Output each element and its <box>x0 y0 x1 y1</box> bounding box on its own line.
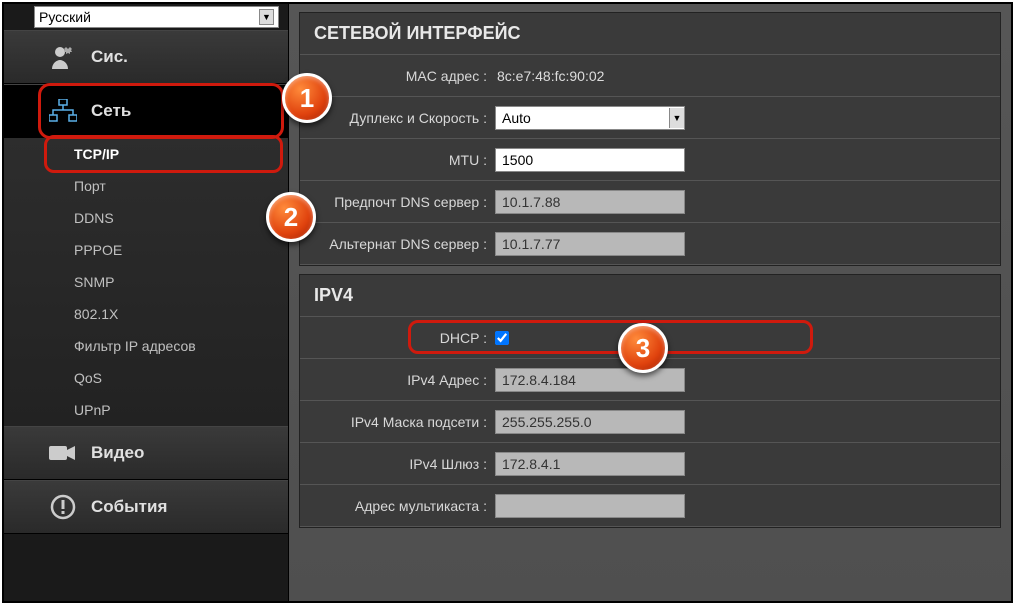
row-multicast: Адрес мультикаста : <box>300 485 1000 527</box>
row-dhcp: DHCP : <box>300 317 1000 359</box>
sidebar: Русский ▼ Сис. Сеть TCP/IP Порт DDNS PPP… <box>4 4 289 601</box>
multicast-label: Адрес мультикаста : <box>300 498 495 514</box>
language-value: Русский <box>39 9 91 25</box>
sub-label: SNMP <box>74 274 114 290</box>
sub-label: Порт <box>74 178 106 194</box>
row-dns1: Предпочт DNS сервер : <box>300 181 1000 223</box>
sub-label: TCP/IP <box>74 146 119 162</box>
language-select[interactable]: Русский ▼ <box>34 6 279 28</box>
ipv4-address-label: IPv4 Адрес : <box>300 372 495 388</box>
row-dns2: Альтернат DNS сервер : <box>300 223 1000 265</box>
sub-label: 802.1X <box>74 306 118 322</box>
sub-item-ddns[interactable]: DDNS <box>4 202 288 234</box>
duplex-select[interactable]: Auto ▼ <box>495 106 685 130</box>
sub-item-snmp[interactable]: SNMP <box>4 266 288 298</box>
duplex-label: Дуплекс и Скорость : <box>300 110 495 126</box>
sidebar-label: События <box>91 497 167 517</box>
dns2-input[interactable] <box>495 232 685 256</box>
main-content: СЕТЕВОЙ ИНТЕРФЕЙС MAC адрес : 8c:e7:48:f… <box>289 4 1011 601</box>
sub-label: PPPOE <box>74 242 122 258</box>
sidebar-item-video[interactable]: Видео <box>4 426 288 480</box>
sub-item-upnp[interactable]: UPnP <box>4 394 288 426</box>
sidebar-item-system[interactable]: Сис. <box>4 30 288 84</box>
gear-user-icon <box>49 43 77 71</box>
multicast-input[interactable] <box>495 494 685 518</box>
panel-title: СЕТЕВОЙ ИНТЕРФЕЙС <box>300 13 1000 55</box>
mac-label: MAC адрес : <box>300 68 495 84</box>
duplex-value: Auto <box>502 110 531 126</box>
mtu-label: MTU : <box>300 152 495 168</box>
chevron-down-icon: ▼ <box>259 9 274 25</box>
sub-label: Фильтр IP адресов <box>74 338 196 354</box>
row-ipv4-address: IPv4 Адрес : <box>300 359 1000 401</box>
network-submenu: TCP/IP Порт DDNS PPPOE SNMP 802.1X Фильт… <box>4 138 288 426</box>
sidebar-label: Видео <box>91 443 144 463</box>
sub-label: QoS <box>74 370 102 386</box>
ipv4-gateway-input[interactable] <box>495 452 685 476</box>
sidebar-item-events[interactable]: События <box>4 480 288 534</box>
mac-value: 8c:e7:48:fc:90:02 <box>495 68 604 84</box>
dhcp-label: DHCP : <box>300 330 495 346</box>
row-ipv4-mask: IPv4 Маска подсети : <box>300 401 1000 443</box>
row-ipv4-gateway: IPv4 Шлюз : <box>300 443 1000 485</box>
ipv4-mask-label: IPv4 Маска подсети : <box>300 414 495 430</box>
dns1-label: Предпочт DNS сервер : <box>300 194 495 210</box>
ipv4-mask-input[interactable] <box>495 410 685 434</box>
sidebar-label: Сеть <box>91 101 131 121</box>
ipv4-gateway-label: IPv4 Шлюз : <box>300 456 495 472</box>
row-duplex: Дуплекс и Скорость : Auto ▼ <box>300 97 1000 139</box>
dhcp-checkbox[interactable] <box>495 331 509 345</box>
sub-item-port[interactable]: Порт <box>4 170 288 202</box>
app-frame: Русский ▼ Сис. Сеть TCP/IP Порт DDNS PPP… <box>2 2 1013 603</box>
panel-title: IPV4 <box>300 275 1000 317</box>
sub-item-ipfilter[interactable]: Фильтр IP адресов <box>4 330 288 362</box>
sidebar-label: Сис. <box>91 47 128 67</box>
alert-icon <box>49 493 77 521</box>
ipv4-address-input[interactable] <box>495 368 685 392</box>
sub-item-pppoe[interactable]: PPPOE <box>4 234 288 266</box>
sub-item-dot1x[interactable]: 802.1X <box>4 298 288 330</box>
ipv4-panel: IPV4 DHCP : IPv4 Адрес : IPv4 Маска подс… <box>299 274 1001 528</box>
row-mtu: MTU : <box>300 139 1000 181</box>
row-mac: MAC адрес : 8c:e7:48:fc:90:02 <box>300 55 1000 97</box>
network-icon <box>49 97 77 125</box>
sub-label: DDNS <box>74 210 114 226</box>
sub-label: UPnP <box>74 402 111 418</box>
sub-item-qos[interactable]: QoS <box>4 362 288 394</box>
mtu-input[interactable] <box>495 148 685 172</box>
chevron-down-icon: ▼ <box>669 108 684 128</box>
dns1-input[interactable] <box>495 190 685 214</box>
sub-item-tcpip[interactable]: TCP/IP <box>4 138 288 170</box>
dns2-label: Альтернат DNS сервер : <box>300 236 495 252</box>
camera-icon <box>49 439 77 467</box>
sidebar-item-network[interactable]: Сеть <box>4 84 288 138</box>
network-interface-panel: СЕТЕВОЙ ИНТЕРФЕЙС MAC адрес : 8c:e7:48:f… <box>299 12 1001 266</box>
